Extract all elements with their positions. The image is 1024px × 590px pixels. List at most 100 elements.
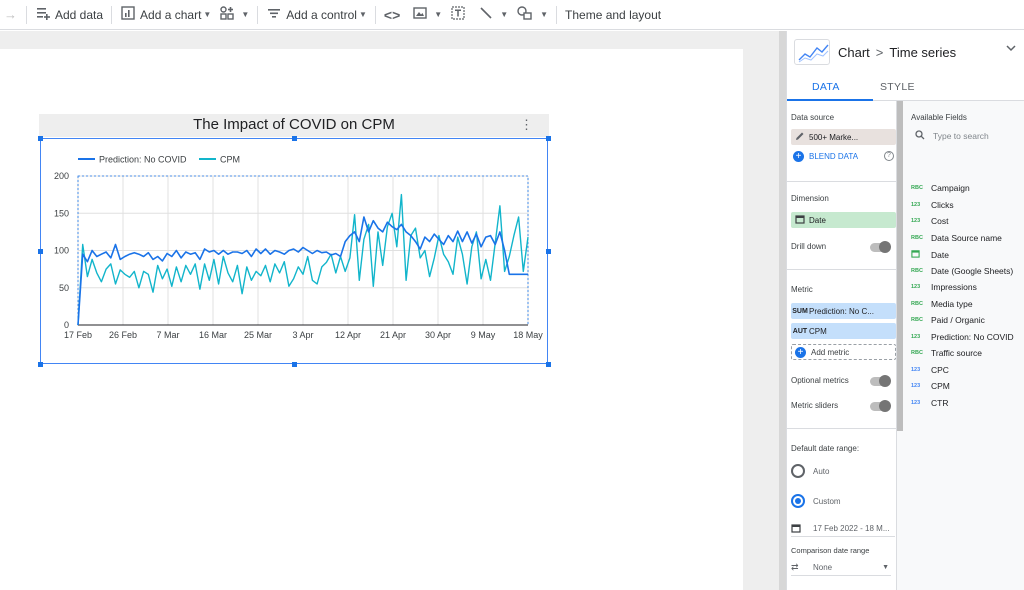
add-chart-icon [120,5,136,24]
text-box-icon [450,5,466,24]
add-data-button[interactable]: Add data [31,0,107,30]
auto-radio[interactable] [791,464,805,478]
more-vert-icon[interactable]: ⋮ [520,117,533,133]
field-item[interactable]: RBC Date (Google Sheets) [911,266,1013,276]
text-type-icon: RBC [911,300,923,307]
redo-button[interactable]: → [0,0,22,30]
field-name: Cost [931,216,949,226]
number-type-icon: 123 [911,201,921,208]
number-type-icon: 123 [911,333,921,340]
search-placeholder: Type to search [933,131,989,141]
line-button[interactable]: ▼ [474,0,512,30]
resize-handle[interactable] [546,362,551,367]
field-item[interactable]: 123 Prediction: No COVID [911,332,1014,342]
field-name: Date (Google Sheets) [931,265,1014,276]
field-search[interactable]: Type to search [915,130,989,142]
number-type-icon: 123 [911,383,921,389]
field-item[interactable]: 123 CPC [911,365,949,375]
text-type-icon: RBC [911,317,923,323]
tab-data[interactable]: DATA [812,81,840,93]
field-item[interactable]: 123 Impressions [911,282,977,292]
edit-icon[interactable] [791,131,809,143]
metric-chip-prediction[interactable]: SUM Prediction: No C... [791,303,896,319]
resize-handle[interactable] [38,136,43,141]
metric-chip-cpm[interactable]: AUT CPM [791,323,896,339]
custom-radio[interactable] [791,494,805,508]
add-data-label: Add data [55,7,104,22]
field-item[interactable]: 123 Cost [911,216,948,226]
chart-title: The Impact of COVID on CPM [193,116,395,133]
calendar-icon [911,249,931,260]
data-properties: Data source 500+ Marke... + BLEND DATA ?… [787,101,897,590]
dimension-label: Dimension [791,194,829,203]
field-item[interactable]: RBC Paid / Organic [911,315,985,325]
image-icon [412,5,428,24]
tab-style[interactable]: STYLE [880,81,915,93]
number-type-icon: 123 [911,218,921,224]
field-item[interactable]: RBC Media type [911,299,973,309]
comparison-select[interactable]: ⇄ None ▼ [791,560,891,576]
field-name: Campaign [931,183,970,193]
field-item[interactable]: RBC Campaign [911,183,970,193]
filter-icon [266,5,282,24]
field-item[interactable]: RBC Traffic source [911,348,982,358]
chevron-down-icon[interactable] [1005,42,1017,57]
field-name: Clicks [931,199,954,210]
section-divider [787,428,897,429]
add-control-button[interactable]: Add a control ▼ [262,0,371,30]
resize-handle[interactable] [292,136,297,141]
field-item[interactable]: 123 Clicks [911,200,954,210]
add-metric-button[interactable]: + Add metric [791,344,896,360]
resize-handle[interactable] [292,362,297,367]
text-button[interactable] [446,0,474,30]
field-name: CPM [931,381,950,391]
field-item[interactable]: 123 CPM [911,381,950,391]
community-viz-button[interactable]: ▼ [215,0,253,30]
number-type-icon: 123 [911,284,921,290]
compare-arrows-icon: ⇄ [791,562,799,572]
breadcrumb-time-series[interactable]: Time series [889,45,956,60]
data-source-chip[interactable]: 500+ Marke... [791,129,896,145]
theme-layout-button[interactable]: Theme and layout [561,0,665,30]
embed-code-button[interactable]: <> [380,0,408,30]
shape-button[interactable]: ▼ [512,0,552,30]
field-name: Prediction: No COVID [931,331,1014,342]
add-icon: + [793,151,804,162]
resize-handle[interactable] [546,136,551,141]
code-icon: <> [383,6,401,23]
resize-handle[interactable] [38,249,43,254]
properties-scrollbar[interactable] [897,101,903,431]
field-name: Media type [931,298,973,309]
toolbar-divider [257,5,259,24]
add-chart-button[interactable]: Add a chart ▼ [116,0,215,30]
chevron-down-icon: ▼ [203,10,212,19]
metric-sliders-toggle[interactable] [870,400,891,412]
add-chart-label: Add a chart [140,7,202,22]
metric-aggregation[interactable]: AUT [791,328,809,335]
date-range-value: 17 Feb 2022 - 18 M... [813,524,890,533]
field-item[interactable]: Date [911,249,949,260]
image-button[interactable]: ▼ [408,0,446,30]
help-icon[interactable]: ? [884,151,894,161]
dimension-chip[interactable]: Date [791,212,896,228]
chevron-down-icon: ▼ [358,10,367,19]
breadcrumb-chart[interactable]: Chart [838,45,870,60]
field-name: CTR [931,397,949,408]
optional-metrics-toggle[interactable] [870,375,891,387]
section-divider [787,269,897,270]
panel-scrollbar[interactable] [779,31,786,590]
chart-selection-frame[interactable] [40,138,548,364]
field-item[interactable]: RBC Data Source name [911,233,1002,243]
toolbar-divider [374,5,376,24]
drill-down-label: Drill down [791,242,827,251]
time-series-chart-icon[interactable] [794,39,830,65]
theme-layout-label: Theme and layout [565,7,662,22]
panel-tabs: DATA STYLE [787,73,1024,101]
blend-data-button[interactable]: + BLEND DATA [793,151,858,162]
field-item[interactable]: 123 CTR [911,398,948,408]
metric-aggregation[interactable]: SUM [791,308,809,315]
resize-handle[interactable] [546,249,551,254]
drill-down-toggle[interactable] [870,241,891,253]
date-range-picker[interactable]: 17 Feb 2022 - 18 M... [791,521,895,537]
resize-handle[interactable] [38,362,43,367]
